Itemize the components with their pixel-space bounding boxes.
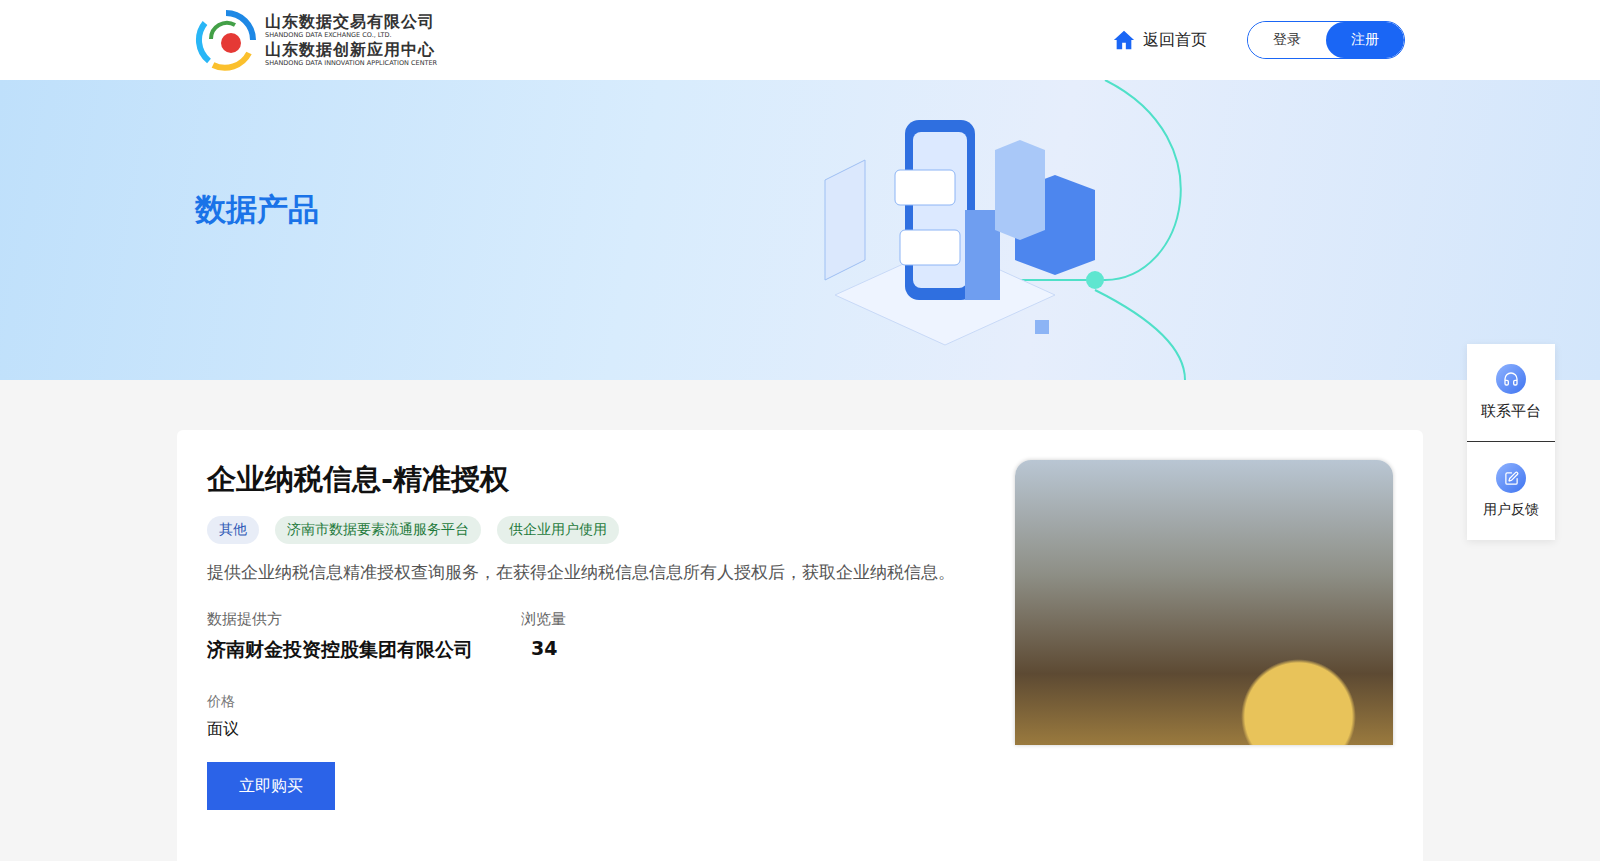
logo[interactable]: 山东数据交易有限公司SHANDONG DATA EXCHANGE CO., LT… [195,9,437,71]
edit-icon [1496,463,1526,493]
banner-illustration-icon [805,80,1245,380]
product-card: 企业纳税信息-精准授权其他济南市数据要素流通服务平台供企业用户使用提供企业纳税信… [177,430,1423,861]
header: 山东数据交易有限公司SHANDONG DATA EXCHANGE CO., LT… [0,0,1600,80]
product-description: 提供企业纳税信息精准授权查询服务，在获得企业纳税信息信息所有人授权后，获取企业纳… [207,558,975,586]
banner-title: 数据产品 [195,189,319,231]
logo-text: SHANDONG DATA EXCHANGE CO., LTD. [265,31,437,40]
product-title: 企业纳税信息-精准授权 [207,460,975,500]
home-icon [1113,29,1135,51]
logo-text: 山东数据创新应用中心 [265,40,437,59]
float-menu-item[interactable]: 用户反馈 [1467,442,1555,540]
logo-text: 山东数据交易有限公司 [265,12,437,31]
float-menu-item[interactable]: 联系平台 [1467,344,1555,442]
product-tag: 其他 [207,516,259,544]
home-link[interactable]: 返回首页 [1113,29,1207,51]
views-stat: 浏览量34 [521,610,566,663]
product-tag: 供企业用户使用 [497,516,619,544]
auth-button[interactable]: 注册 [1326,22,1404,58]
logo-text: SHANDONG DATA INNOVATION APPLICATION CEN… [265,59,437,68]
auth-button[interactable]: 登录 [1248,22,1326,58]
headset-icon [1496,364,1526,394]
product-image [1015,460,1393,745]
auth-group: 登录注册 [1247,21,1405,59]
banner: 数据产品 [0,80,1600,380]
float-menu: 联系平台用户反馈 [1467,344,1555,540]
provider-stat: 数据提供方济南财金投资控股集团有限公司 [207,610,473,663]
logo-icon [195,9,257,71]
buy-button[interactable]: 立即购买 [207,762,335,810]
price: 价格面议 [207,693,975,740]
product-tag: 济南市数据要素流通服务平台 [275,516,481,544]
